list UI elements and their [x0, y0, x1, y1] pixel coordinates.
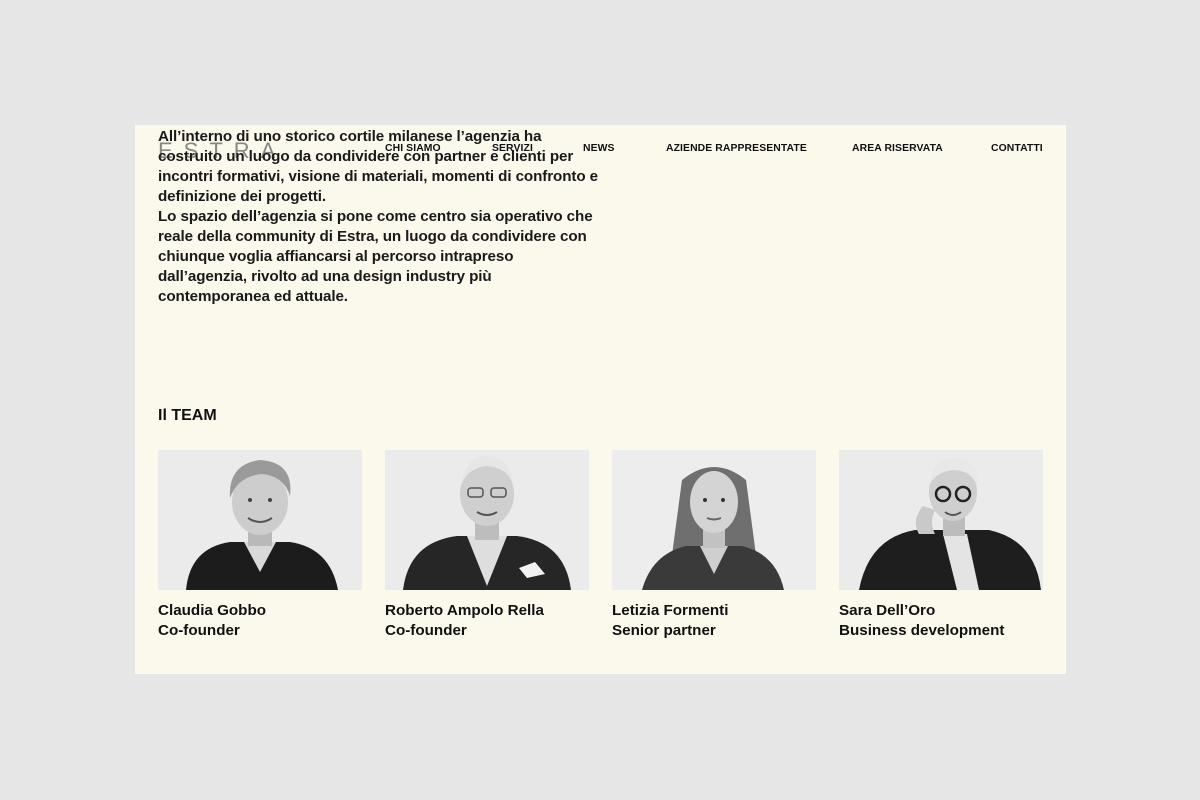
member-photo	[158, 450, 362, 590]
member-name: Roberto Ampolo Rella	[385, 602, 544, 619]
team-member-card: Claudia Gobbo Co-founder	[158, 450, 362, 641]
member-name: Claudia Gobbo	[158, 602, 266, 619]
member-photo	[612, 450, 816, 590]
nav-contatti[interactable]: CONTATTI	[991, 143, 1043, 154]
nav-chi-siamo[interactable]: CHI SIAMO	[385, 143, 441, 154]
page-panel: Design District, la destination d’eccell…	[135, 125, 1066, 674]
nav-servizi[interactable]: SERVIZI	[492, 143, 533, 154]
member-role: Senior partner	[612, 622, 716, 639]
nav-area-riservata[interactable]: AREA RISERVATA	[852, 143, 943, 154]
team-member-card: Letizia Formenti Senior partner	[612, 450, 816, 641]
team-member-card: Roberto Ampolo Rella Co-founder	[385, 450, 589, 641]
top-nav: ESTRA CHI SIAMO SERVIZI NEWS AZIENDE RAP…	[135, 125, 1066, 175]
team-heading: Il TEAM	[158, 407, 217, 424]
brand-logo[interactable]: ESTRA	[158, 138, 286, 164]
member-role: Co-founder	[158, 622, 240, 639]
about-paragraph: Lo spazio dell’agenzia si pone come cent…	[158, 208, 593, 305]
member-photo	[385, 450, 589, 590]
nav-news[interactable]: NEWS	[583, 143, 615, 154]
member-name: Sara Dell’Oro	[839, 602, 936, 619]
nav-aziende-rappresentate[interactable]: AZIENDE RAPPRESENTATE	[666, 143, 807, 154]
member-role: Co-founder	[385, 622, 467, 639]
member-name: Letizia Formenti	[612, 602, 729, 619]
member-role: Business development	[839, 622, 1005, 639]
member-photo	[839, 450, 1043, 590]
team-member-card: Sara Dell’Oro Business development	[839, 450, 1043, 641]
